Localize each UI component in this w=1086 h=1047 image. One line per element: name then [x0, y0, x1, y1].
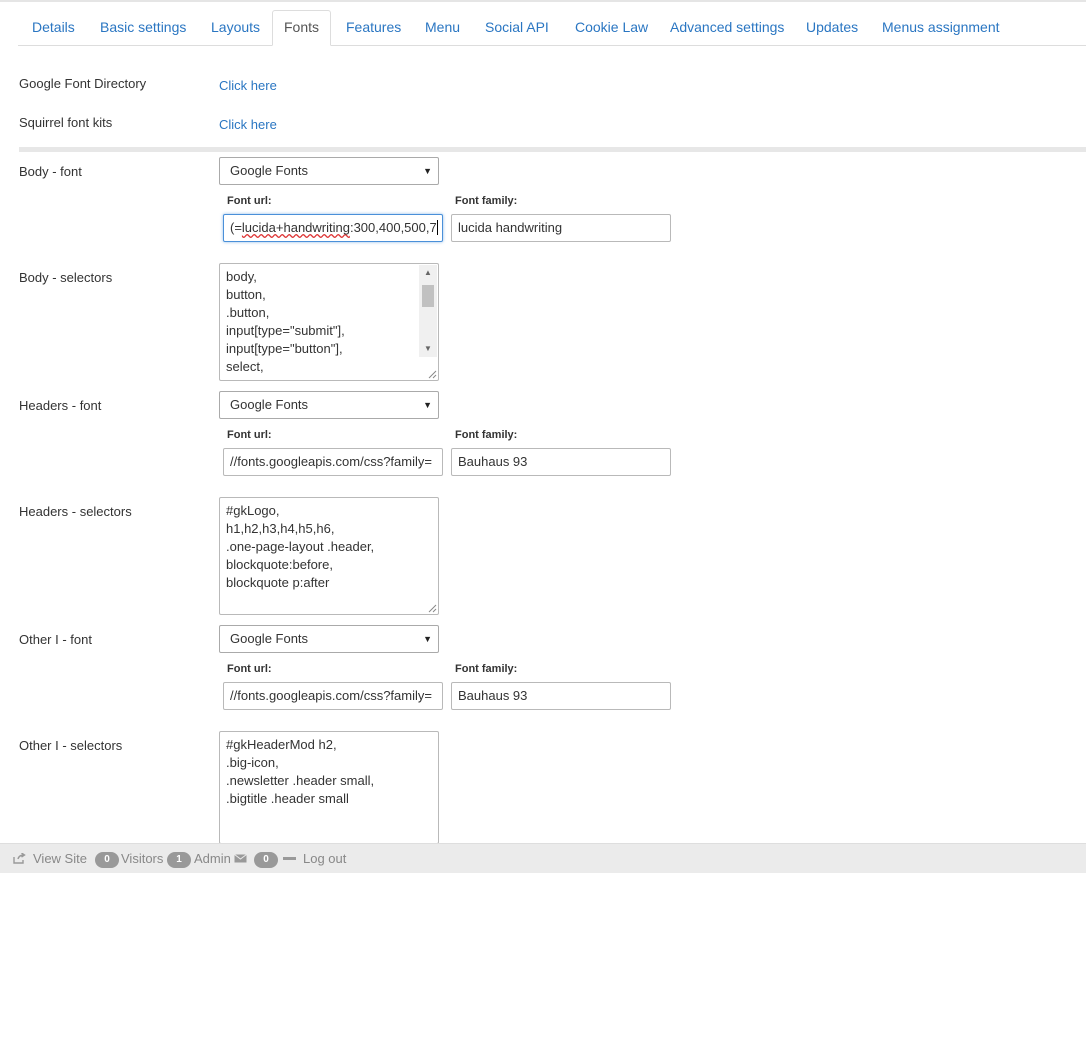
tab-bar: Details Basic settings Layouts Fonts Fea… [18, 10, 1086, 46]
squirrel-font-kits-label: Squirrel font kits [19, 115, 113, 130]
text-cursor [436, 220, 438, 235]
selector-line: .one-page-layout .header, [226, 539, 375, 554]
tab-updates[interactable]: Updates [792, 10, 872, 44]
top-border [0, 0, 1086, 2]
other1-font-url-input[interactable]: //fonts.googleapis.com/css?family= [223, 682, 443, 710]
body-font-url-misspelled: lucida+handwriting [241, 220, 350, 235]
body-font-url-suffix: :300,400,500,7 [349, 220, 437, 235]
body-font-url-prefix: (= [230, 220, 242, 235]
messages-count-badge: 0 [254, 852, 278, 868]
selector-line: .newsletter .header small, [226, 773, 375, 788]
tab-features[interactable]: Features [332, 10, 415, 44]
visitors-label: Visitors [121, 851, 164, 866]
dropdown-arrow-icon: ▼ [423, 400, 432, 410]
tab-cookie-law[interactable]: Cookie Law [561, 10, 662, 44]
minus-icon [283, 857, 296, 860]
body-font-label: Body - font [19, 164, 82, 179]
scroll-up-arrow-icon[interactable]: ▲ [419, 265, 437, 281]
headers-font-url-input[interactable]: //fonts.googleapis.com/css?family= [223, 448, 443, 476]
headers-font-select-value: Google Fonts [230, 397, 309, 412]
body-font-select-value: Google Fonts [230, 163, 309, 178]
other1-font-select-value: Google Fonts [230, 631, 309, 646]
tab-advanced-settings[interactable]: Advanced settings [656, 10, 798, 44]
google-font-directory-link[interactable]: Click here [219, 78, 277, 93]
headers-selectors-label: Headers - selectors [19, 504, 132, 519]
headers-font-family-input[interactable]: Bauhaus 93 [451, 448, 671, 476]
body-selectors-label: Body - selectors [19, 270, 113, 285]
squirrel-font-kits-link[interactable]: Click here [219, 117, 277, 132]
headers-font-url-label: Font url: [227, 429, 272, 441]
selector-line: #gkLogo, [226, 503, 280, 518]
visitors-count-badge: 0 [95, 852, 119, 868]
google-font-directory-label: Google Font Directory [19, 76, 147, 91]
body-selectors-textarea[interactable]: body, button, .button, input[type="submi… [219, 263, 439, 381]
logout-link[interactable]: Log out [303, 844, 346, 873]
view-site-link[interactable]: View Site [33, 844, 87, 873]
selector-line: blockquote:before, [226, 557, 333, 572]
selector-line: #gkHeaderMod h2, [226, 737, 337, 752]
selector-line: button, [226, 287, 266, 302]
resize-grip-icon[interactable] [428, 604, 437, 613]
view-site-icon [13, 853, 26, 864]
body-font-url-input[interactable]: (=lucida+handwriting:300,400,500,7 [223, 214, 443, 242]
tab-fonts[interactable]: Fonts [272, 10, 331, 46]
body-font-url-label: Font url: [227, 195, 272, 207]
body-font-family-input[interactable]: lucida handwriting [451, 214, 671, 242]
tab-details[interactable]: Details [18, 10, 89, 44]
other1-font-url-label: Font url: [227, 663, 272, 675]
scroll-down-arrow-icon[interactable]: ▼ [419, 341, 437, 357]
other1-selectors-textarea[interactable]: #gkHeaderMod h2, .big-icon, .newsletter … [219, 731, 439, 844]
other1-font-family-input[interactable]: Bauhaus 93 [451, 682, 671, 710]
dropdown-arrow-icon: ▼ [423, 166, 432, 176]
selector-line: blockquote p:after [226, 575, 330, 590]
body-font-select[interactable]: Google Fonts ▼ [219, 157, 439, 185]
scrollbar-thumb[interactable] [422, 285, 434, 307]
admin-status-bar: View Site 0 Visitors 1 Admin 0 Log out [0, 843, 1086, 873]
admin-label: Admin [194, 851, 231, 866]
tab-menus-assignment[interactable]: Menus assignment [868, 10, 1014, 44]
textarea-scrollbar[interactable]: ▲ ▼ [419, 265, 437, 357]
headers-font-label: Headers - font [19, 398, 102, 413]
headers-font-family-label: Font family: [455, 429, 518, 441]
selector-line: input[type="button"], [226, 341, 343, 356]
tab-layouts[interactable]: Layouts [197, 10, 274, 44]
headers-selectors-textarea[interactable]: #gkLogo, h1,h2,h3,h4,h5,h6, .one-page-la… [219, 497, 439, 615]
selector-line: body, [226, 269, 257, 284]
selector-line: h1,h2,h3,h4,h5,h6, [226, 521, 335, 536]
tab-menu[interactable]: Menu [411, 10, 474, 44]
envelope-icon[interactable] [234, 854, 247, 863]
resize-grip-icon[interactable] [428, 370, 437, 379]
other1-font-label: Other I - font [19, 632, 92, 647]
headers-font-select[interactable]: Google Fonts ▼ [219, 391, 439, 419]
selector-line: select, [226, 359, 264, 374]
admin-count-badge: 1 [167, 852, 191, 868]
section-divider [19, 147, 1086, 152]
selector-line: .big-icon, [226, 755, 279, 770]
body-font-family-label: Font family: [455, 195, 518, 207]
other1-font-family-label: Font family: [455, 663, 518, 675]
selector-line: input[type="submit"], [226, 323, 345, 338]
dropdown-arrow-icon: ▼ [423, 634, 432, 644]
selector-line: .button, [226, 305, 270, 320]
other1-selectors-label: Other I - selectors [19, 738, 123, 753]
tab-basic-settings[interactable]: Basic settings [86, 10, 200, 44]
other1-font-select[interactable]: Google Fonts ▼ [219, 625, 439, 653]
tab-social-api[interactable]: Social API [471, 10, 563, 44]
selector-line: .bigtitle .header small [226, 791, 349, 806]
